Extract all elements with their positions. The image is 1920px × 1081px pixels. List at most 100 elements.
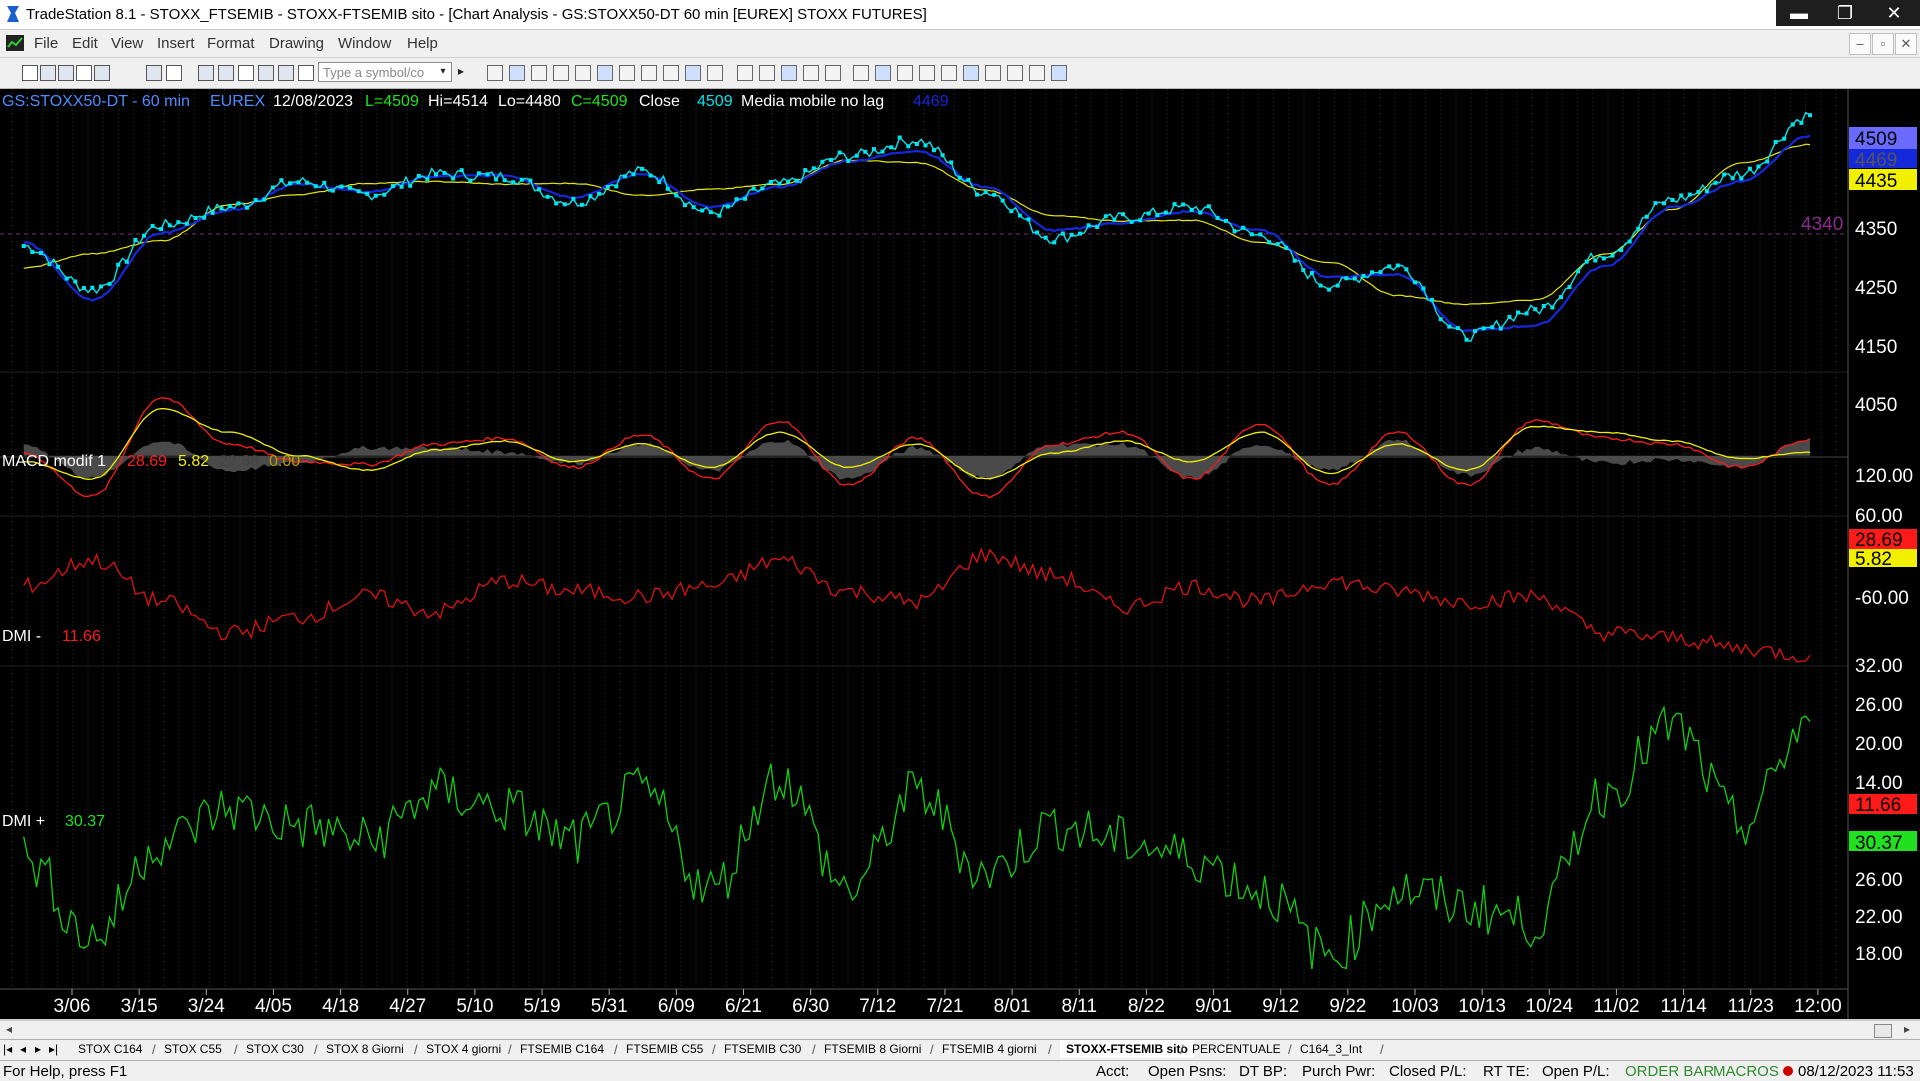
horizontal-scrollbar[interactable]: ◂ ▸ xyxy=(0,1020,1920,1039)
status-purch-pwr: Purch Pwr: xyxy=(1302,1063,1376,1080)
rectangle-icon[interactable] xyxy=(1029,65,1045,81)
zoom-out-icon[interactable] xyxy=(759,65,775,81)
price-bar xyxy=(1172,202,1177,207)
crosshair-icon[interactable] xyxy=(803,65,819,81)
price-bar xyxy=(803,168,808,173)
new-icon[interactable] xyxy=(22,65,38,81)
price-bar xyxy=(674,193,679,198)
tab-ftsemib-c55[interactable]: FTSEMIB C55 xyxy=(626,1042,703,1056)
price-bar xyxy=(73,279,78,284)
tab-stox-8-giorni[interactable]: STOX 8 Giorni xyxy=(326,1042,404,1056)
horizontal-line-icon[interactable] xyxy=(897,65,913,81)
link-icon[interactable] xyxy=(597,65,613,81)
account-icon[interactable] xyxy=(553,65,569,81)
scroll-thumb[interactable] xyxy=(1874,1024,1892,1038)
vertical-line-icon[interactable] xyxy=(919,65,935,81)
tab-ftsemib-8-giorni[interactable]: FTSEMIB 8 Giorni xyxy=(824,1042,921,1056)
tab-stox-c164[interactable]: STOX C164 xyxy=(78,1042,142,1056)
close-button[interactable]: ✕ xyxy=(1868,0,1920,26)
price-bar xyxy=(1498,326,1503,331)
tab-last-button[interactable]: ▸| xyxy=(49,1042,58,1056)
symbol-dropdown-icon[interactable]: ▾ xyxy=(436,63,450,81)
menu-format[interactable]: Format xyxy=(207,35,255,52)
circle-icon[interactable] xyxy=(1007,65,1023,81)
scroll-left-icon[interactable]: ◂ xyxy=(6,1022,12,1036)
price-bar xyxy=(1576,269,1581,274)
go-arrow-icon[interactable]: ▸ xyxy=(458,64,464,78)
options-icon[interactable] xyxy=(278,65,294,81)
news-icon[interactable] xyxy=(663,65,679,81)
price-bar xyxy=(871,147,876,152)
tab-next-button[interactable]: ▸ xyxy=(35,1042,41,1056)
price-bar xyxy=(1189,207,1194,212)
tab-c164-3-int[interactable]: C164_3_Int xyxy=(1300,1042,1362,1056)
hotlist-icon[interactable] xyxy=(641,65,657,81)
text-icon[interactable] xyxy=(1051,65,1067,81)
new-chart-icon[interactable] xyxy=(58,65,74,81)
price-bar xyxy=(1335,283,1340,288)
price-bar xyxy=(1704,189,1709,194)
open-icon[interactable] xyxy=(40,65,56,81)
price-bar xyxy=(1000,198,1005,203)
quote-icon[interactable] xyxy=(509,65,525,81)
status-order-bar[interactable]: ORDER BAR xyxy=(1625,1063,1714,1080)
alert-icon[interactable] xyxy=(685,65,701,81)
time-sales-icon[interactable] xyxy=(531,65,547,81)
tab-stoxx-ftsemib-sito[interactable]: STOXX-FTSEMIB sito xyxy=(1060,1040,1194,1058)
menu-window[interactable]: Window xyxy=(338,35,391,52)
tab-percentuale[interactable]: PERCENTUALE xyxy=(1192,1042,1281,1056)
maximize-button[interactable]: ❐ xyxy=(1822,0,1868,26)
menu-file[interactable]: File xyxy=(34,35,58,52)
pointer-icon[interactable] xyxy=(781,65,797,81)
search-icon[interactable] xyxy=(487,65,503,81)
save-as-icon[interactable] xyxy=(94,65,110,81)
status-macros[interactable]: MACROS xyxy=(1713,1063,1779,1080)
tab-first-button[interactable]: |◂ xyxy=(3,1042,12,1056)
price-bar xyxy=(1421,286,1426,291)
price-bar xyxy=(1670,198,1675,202)
menu-edit[interactable]: Edit xyxy=(72,35,98,52)
zoom-in-icon[interactable] xyxy=(737,65,753,81)
dmi-minus-tick: 14.00 xyxy=(1855,773,1903,794)
radar-icon[interactable] xyxy=(218,65,234,81)
menu-help[interactable]: Help xyxy=(407,35,438,52)
bars-icon[interactable] xyxy=(707,65,723,81)
mdi-close-button[interactable]: ✕ xyxy=(1895,33,1917,55)
mdi-minimize-button[interactable]: – xyxy=(1849,33,1871,55)
tab-prev-button[interactable]: ◂ xyxy=(20,1042,26,1056)
layout-icon[interactable] xyxy=(619,65,635,81)
tab-ftsemib-4-giorni[interactable]: FTSEMIB 4 giorni xyxy=(942,1042,1037,1056)
date-label: 8/22 xyxy=(1128,996,1165,1017)
price-bar xyxy=(1481,326,1486,331)
mdi-restore-button[interactable]: ▫ xyxy=(1872,33,1894,55)
symbol-input[interactable]: Type a symbol/co xyxy=(318,62,452,82)
chart-area[interactable]: GS:STOXX50-DT - 60 min EUREX 12/08/2023 … xyxy=(0,89,1920,1019)
chart-icon[interactable] xyxy=(198,65,214,81)
arrow-icon[interactable] xyxy=(985,65,1001,81)
date-label: 5/31 xyxy=(591,996,628,1017)
menu-view[interactable]: View xyxy=(111,35,143,52)
tab-ftsemib-c164[interactable]: FTSEMIB C164 xyxy=(520,1042,604,1056)
price-bar xyxy=(270,185,275,190)
trendline-icon[interactable] xyxy=(875,65,891,81)
tab-stox-c30[interactable]: STOX C30 xyxy=(246,1042,304,1056)
minimize-button[interactable]: ▬ xyxy=(1776,0,1822,26)
tab-ftsemib-c30[interactable]: FTSEMIB C30 xyxy=(724,1042,801,1056)
refresh-icon[interactable] xyxy=(575,65,591,81)
matrix-icon[interactable] xyxy=(258,65,274,81)
macro-icon[interactable] xyxy=(853,65,869,81)
price-bar xyxy=(1730,176,1735,181)
menu-drawing[interactable]: Drawing xyxy=(269,35,324,52)
workspace-icon[interactable] xyxy=(298,65,314,81)
fib-icon[interactable] xyxy=(941,65,957,81)
scanner-icon[interactable] xyxy=(238,65,254,81)
menu-insert[interactable]: Insert xyxy=(157,35,195,52)
print-icon[interactable] xyxy=(146,65,162,81)
print-preview-icon[interactable] xyxy=(166,65,182,81)
tab-stox-4-giorni[interactable]: STOX 4 giorni xyxy=(426,1042,501,1056)
scroll-right-icon[interactable]: ▸ xyxy=(1904,1022,1910,1036)
save-icon[interactable] xyxy=(76,65,92,81)
tools-icon[interactable] xyxy=(825,65,841,81)
channel-icon[interactable] xyxy=(963,65,979,81)
tab-stox-c55[interactable]: STOX C55 xyxy=(164,1042,222,1056)
